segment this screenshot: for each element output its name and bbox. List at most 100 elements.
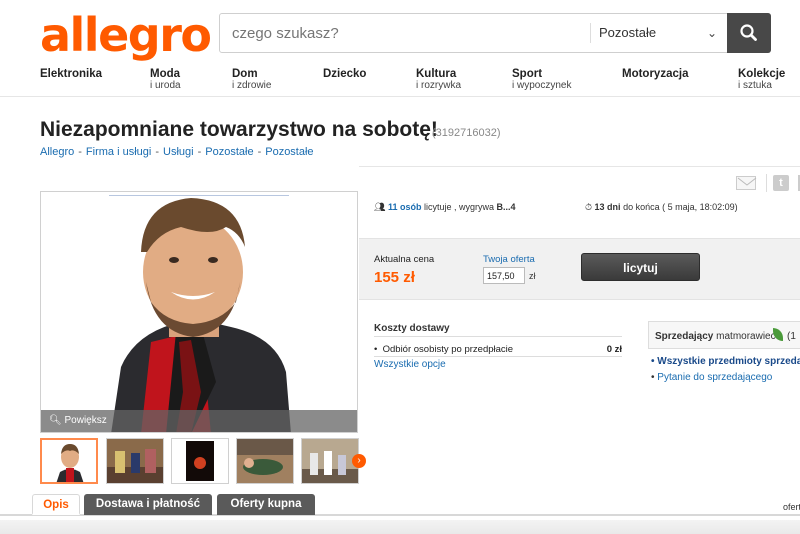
- envelope-glyph: [737, 177, 757, 186]
- all-shipping-options-link[interactable]: Wszystkie opcje: [374, 359, 446, 370]
- nav-item-main: Kultura: [416, 68, 457, 80]
- shipping-option-label: Odbiór osobisty po przedpłacie: [382, 344, 514, 355]
- nav-item-dziecko[interactable]: Dziecko: [323, 68, 366, 80]
- price-panel: Aktualna cena 155 zł Twoja oferta zł lic…: [359, 238, 800, 300]
- shipping-underline: [374, 356, 622, 357]
- nav-item-elektronika[interactable]: Elektronika: [40, 68, 102, 80]
- bullet-icon: •: [374, 344, 383, 355]
- person-photo: [111, 198, 291, 432]
- all-seller-items-link[interactable]: • Wszystkie przedmioty sprzeda: [651, 356, 800, 367]
- shipping-title: Koszty dostawy: [374, 323, 450, 334]
- nav-item-sub: i wypoczynek: [512, 80, 572, 91]
- search-icon: [740, 24, 757, 41]
- nav-item-main: Motoryzacja: [622, 68, 689, 80]
- thumbnail-image: [107, 439, 163, 483]
- thumbnail[interactable]: [40, 438, 98, 484]
- offer-amount-input[interactable]: [483, 267, 525, 284]
- tab-opis[interactable]: Opis: [32, 494, 80, 515]
- nav-item-main: Elektronika: [40, 68, 102, 80]
- category-nav: Elektronika Moda i uroda Dom i zdrowie D…: [0, 68, 800, 98]
- breadcrumb-separator: -: [257, 146, 262, 158]
- current-price: 155 zł: [374, 269, 415, 286]
- shipping-divider: [374, 336, 622, 337]
- search-category-select[interactable]: Pozostałe ⌄: [591, 14, 727, 52]
- twitter-icon[interactable]: t: [773, 175, 789, 191]
- breadcrumb-separator: -: [197, 146, 202, 158]
- seller-box: Sprzedający matmorawiec (1: [648, 321, 800, 349]
- nav-item-sub: i uroda: [150, 80, 181, 91]
- current-price-label: Aktualna cena: [374, 254, 435, 265]
- shipping-option-price: 0 zł: [606, 344, 622, 355]
- photo-top-line: [109, 195, 289, 196]
- breadcrumb-item[interactable]: Pozostałe: [205, 146, 253, 158]
- bid-button[interactable]: licytuj: [581, 253, 700, 281]
- nav-item-main: Kolekcje: [738, 68, 786, 80]
- thumbnail[interactable]: [171, 438, 229, 484]
- search-box: Pozostałe ⌄: [219, 13, 771, 53]
- search-category-label: Pozostałe: [599, 25, 657, 40]
- nav-item-kolekcje[interactable]: Kolekcje i sztuka: [738, 68, 785, 92]
- search-button[interactable]: [727, 13, 771, 53]
- offer-id: (3192716032): [432, 127, 501, 139]
- breadcrumb-item[interactable]: Firma i usługi: [86, 146, 151, 158]
- main-photo[interactable]: 🔍︎ Powiększ: [40, 191, 358, 433]
- mail-icon[interactable]: [736, 176, 757, 190]
- ask-seller-link[interactable]: • Pytanie do sprzedającego: [651, 372, 772, 383]
- share-divider: [766, 174, 767, 192]
- bidders-text: licytuje , wygrywa: [421, 202, 497, 212]
- thumbnail-image: [42, 440, 96, 482]
- breadcrumb-separator: -: [155, 146, 159, 158]
- nav-item-main: Moda: [150, 68, 181, 80]
- winner-name: B...4: [496, 202, 516, 212]
- magnifier-icon: 🔍︎: [49, 415, 62, 426]
- nav-item-moda[interactable]: Moda i uroda: [150, 68, 181, 92]
- thumbnail[interactable]: [301, 438, 359, 484]
- nav-item-sport[interactable]: Sport i wypoczynek: [512, 68, 571, 92]
- bidders-count-link[interactable]: 11 osób: [388, 202, 422, 212]
- nav-divider: [0, 96, 800, 97]
- thumbnail-image: [302, 439, 358, 483]
- seller-label-text: Sprzedający: [655, 331, 714, 342]
- nav-item-kultura[interactable]: Kultura i rozrywka: [416, 68, 461, 92]
- tab-dostawa[interactable]: Dostawa i płatność: [84, 494, 212, 515]
- ask-seller-label: Pytanie do sprzedającego: [657, 372, 773, 383]
- zoom-bar[interactable]: 🔍︎ Powiększ: [41, 410, 357, 432]
- users-icon: 👥︎: [374, 202, 386, 212]
- breadcrumb-item[interactable]: Usługi: [163, 146, 194, 158]
- thumbnail[interactable]: [236, 438, 294, 484]
- seller-label: Sprzedający matmorawiec: [655, 331, 776, 342]
- breadcrumb-separator: -: [78, 146, 82, 158]
- tabs-right-text: ofert: [783, 502, 800, 512]
- title-divider: [359, 166, 800, 167]
- end-date: do końca ( 5 maja, 18:02:09): [620, 202, 738, 212]
- nav-item-sub: i rozrywka: [416, 80, 462, 91]
- header: allegro Pozostałe ⌄: [0, 0, 800, 62]
- thumbnail-image: [237, 439, 293, 483]
- search-input[interactable]: [220, 14, 590, 52]
- nav-item-main: Dom: [232, 68, 258, 80]
- allegro-logo[interactable]: allegro: [40, 8, 212, 62]
- breadcrumb-item[interactable]: Allegro: [40, 146, 74, 158]
- days-left: 13 dni: [594, 202, 621, 212]
- seller-name[interactable]: matmorawiec: [716, 331, 775, 342]
- stopwatch-icon: ⏱︎: [585, 202, 593, 212]
- breadcrumb-item[interactable]: Pozostałe: [265, 146, 313, 158]
- nav-item-main: Dziecko: [323, 68, 367, 80]
- your-offer-label[interactable]: Twoja oferta: [483, 254, 535, 265]
- seller-rating[interactable]: (1: [787, 331, 796, 342]
- shipping-option: • Odbiór osobisty po przedpłacie 0 zł: [374, 344, 622, 355]
- chevron-right-icon[interactable]: ›: [352, 454, 366, 468]
- nav-item-sub: i zdrowie: [232, 80, 272, 91]
- nav-item-motoryzacja[interactable]: Motoryzacja: [622, 68, 688, 80]
- time-left: ⏱︎ 13 dni do końca ( 5 maja, 18:02:09): [585, 202, 738, 213]
- all-seller-items-label: Wszystkie przedmioty sprzeda: [657, 356, 800, 367]
- thumbnail[interactable]: [106, 438, 164, 484]
- bidders-info: 👥︎ 11 osób licytuje , wygrywa B...4: [374, 202, 516, 213]
- tab-oferty-kupna[interactable]: Oferty kupna: [217, 494, 315, 515]
- nav-item-main: Sport: [512, 68, 543, 80]
- offer-title: Niezapomniane towarzystwo na sobotę!: [40, 118, 438, 141]
- nav-item-dom[interactable]: Dom i zdrowie: [232, 68, 271, 92]
- nav-item-sub: i sztuka: [738, 80, 772, 91]
- chevron-down-icon: ⌄: [706, 26, 717, 40]
- zoom-label: Powiększ: [64, 415, 107, 426]
